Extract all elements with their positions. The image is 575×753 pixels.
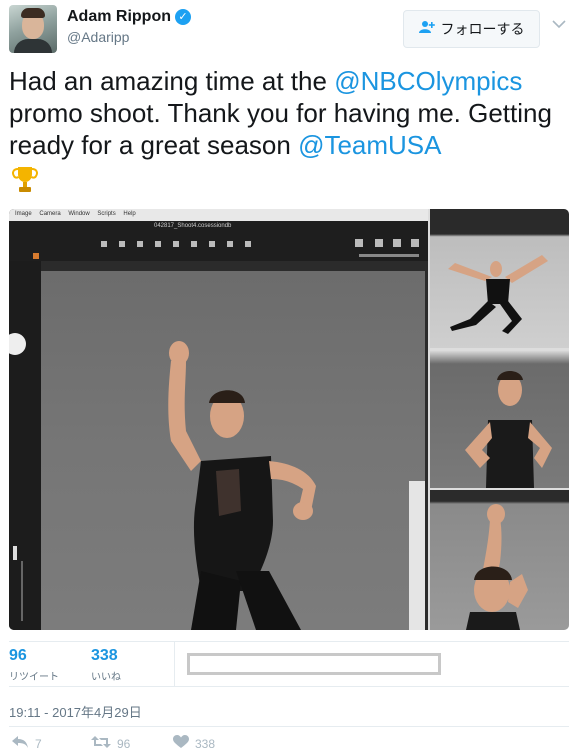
tweet-actions: 7 96 338 xyxy=(9,726,569,753)
like-action-count: 338 xyxy=(195,737,216,751)
menu-label: Window xyxy=(68,211,90,217)
mention-link-nbcolympics[interactable]: @NBCOlympics xyxy=(334,66,522,96)
like-label: いいね xyxy=(91,672,121,683)
menu-label: Image xyxy=(15,211,32,217)
retweet-button[interactable]: 96 xyxy=(91,735,130,753)
reply-button[interactable]: 7 xyxy=(11,735,42,753)
author-name[interactable]: Adam Rippon ✓ xyxy=(67,8,191,26)
follow-person-icon xyxy=(418,20,435,38)
engagement-stats: 96 リツイート 338 いいね xyxy=(9,641,569,687)
like-stat[interactable]: 338 いいね xyxy=(91,647,121,683)
menu-label: Scripts xyxy=(97,211,116,217)
menu-label: Camera xyxy=(39,211,61,217)
retweet-stat[interactable]: 96 リツイート xyxy=(9,647,59,683)
retweet-icon xyxy=(91,735,111,753)
reply-icon xyxy=(11,735,29,753)
photo-thumbnail-closeup[interactable] xyxy=(430,490,569,630)
photo-app-toolbar: 042817_Shoot4.cosessiondb xyxy=(9,221,428,261)
tweet-text: Had an amazing time at the @NBCOlympics … xyxy=(9,65,569,195)
like-button[interactable]: 338 xyxy=(173,735,215,753)
author-name-text[interactable]: Adam Rippon xyxy=(67,8,171,26)
chevron-down-icon[interactable] xyxy=(552,17,566,33)
retweet-label: リツイート xyxy=(9,672,59,683)
retweet-count: 96 xyxy=(9,647,27,664)
photo-grid[interactable]: Image Camera Window Scripts Help 042817_… xyxy=(9,209,569,630)
follow-button-label: フォローする xyxy=(440,21,525,37)
retweet-action-count: 96 xyxy=(117,737,131,751)
liker-avatars-placeholder xyxy=(187,653,441,675)
author-handle[interactable]: @Adaripp xyxy=(67,29,129,45)
reply-count: 7 xyxy=(35,737,42,751)
follow-button[interactable]: フォローする xyxy=(403,10,540,48)
like-count: 338 xyxy=(91,647,118,664)
verified-badge-icon: ✓ xyxy=(175,9,191,25)
photo-main[interactable]: Image Camera Window Scripts Help 042817_… xyxy=(9,209,428,630)
photo-subject-dancer xyxy=(41,271,425,630)
mention-link-teamusa[interactable]: @TeamUSA xyxy=(298,130,441,160)
photo-thumbnail-portrait[interactable] xyxy=(430,350,569,488)
tweet-text-part: Had an amazing time at the xyxy=(9,66,335,96)
liker-avatars[interactable] xyxy=(174,642,569,686)
photo-thumbnail-skating-pose[interactable] xyxy=(430,209,569,348)
photo-app-sidebar xyxy=(9,261,41,630)
tweet-text-part: promo shoot. Thank you for having me. Ge… xyxy=(9,98,552,160)
heart-icon xyxy=(173,735,189,753)
tweet-header: Adam Rippon ✓ @Adaripp フォローする xyxy=(9,5,567,55)
tweet-timestamp[interactable]: 19:11 - 2017年4月29日 xyxy=(9,702,142,721)
menu-label: Help xyxy=(123,211,136,217)
photo-app-menubar: Image Camera Window Scripts Help xyxy=(9,209,428,221)
trophy-emoji-icon xyxy=(9,163,41,195)
avatar[interactable] xyxy=(9,5,57,53)
